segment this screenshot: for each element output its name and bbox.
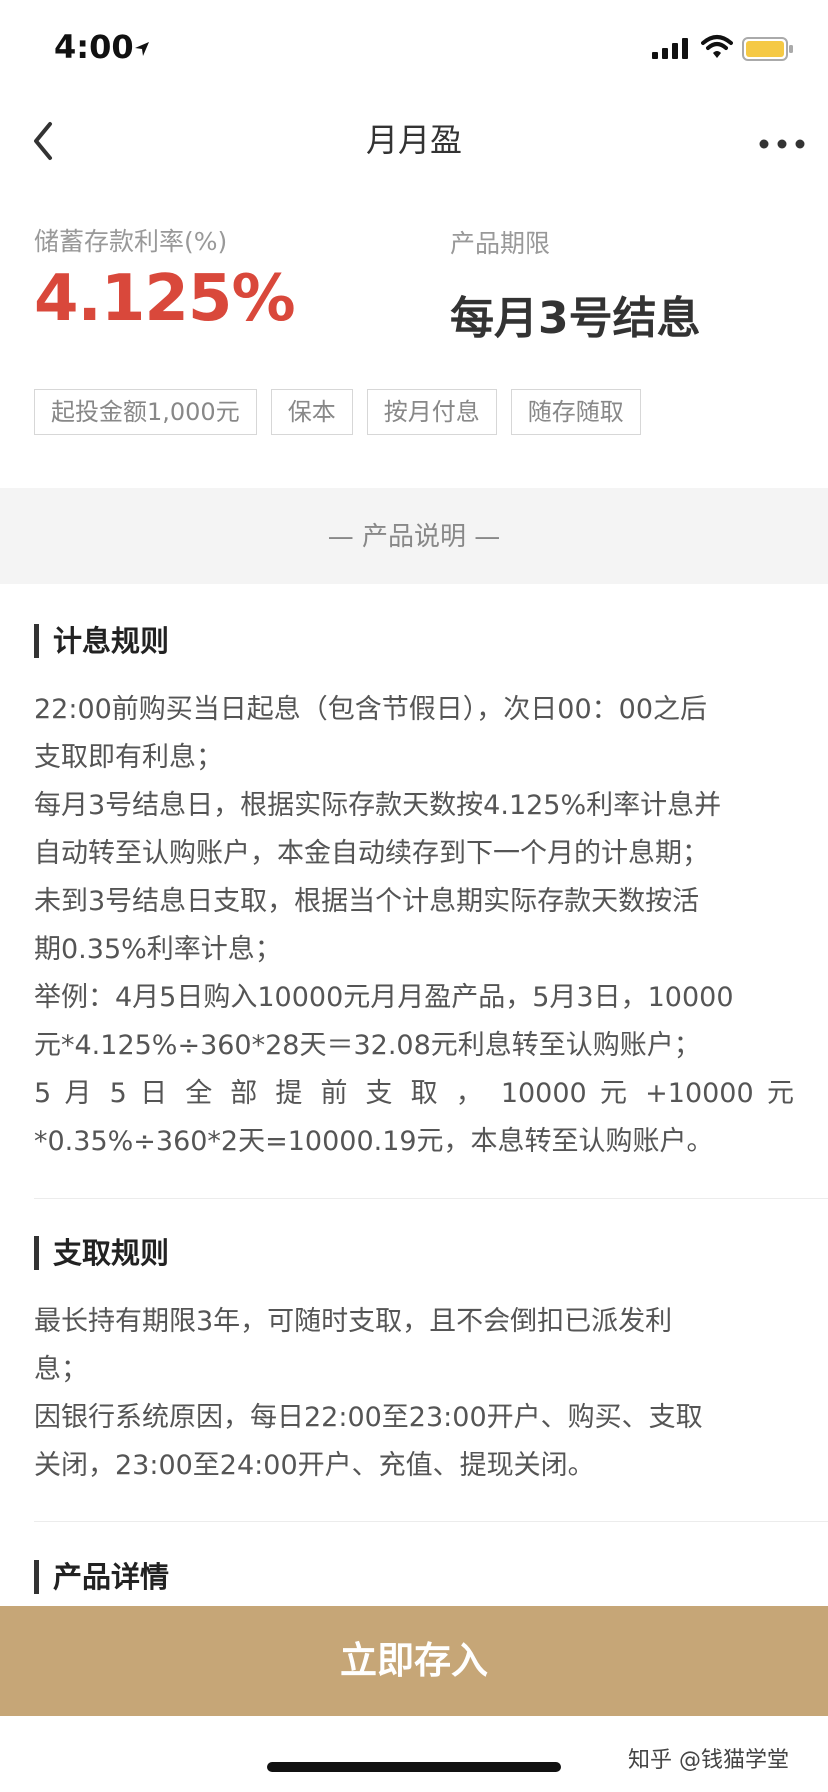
status-time: 4:00 — [54, 28, 134, 66]
text-line: 支取即有利息； — [34, 742, 223, 773]
battery-icon — [742, 37, 793, 61]
wifi-icon — [701, 35, 733, 58]
text-line: 22:00前购买当日起息（包含节假日），次日00：00之后 — [34, 694, 708, 725]
term-label: 产品期限 — [450, 229, 551, 258]
withdraw-rules-heading: 支取规则 — [34, 1236, 169, 1270]
details-heading: 产品详情 — [34, 1560, 169, 1594]
text-line: 每月3号结息日，根据实际存款天数按4.125%利率计息并 — [34, 790, 722, 821]
text-line: 因银行系统原因，每日22:00至23:00开户、购买、支取 — [34, 1402, 703, 1433]
nav-bar: 月月盈 — [0, 96, 828, 192]
watermark: 知乎 @钱猫学堂 — [628, 1748, 789, 1773]
location-arrow-icon — [135, 42, 149, 56]
text-line: 最长持有期限3年，可随时支取，且不会倒扣已派发利 — [34, 1306, 673, 1337]
text-line: 5 月 5 日 全 部 提 前 支 取 ， 10000 元 +10000 元 — [34, 1078, 794, 1109]
text-line: 期0.35%利率计息； — [34, 934, 282, 965]
rate-label: 储蓄存款利率(%) — [34, 227, 228, 256]
text-line: 自动转至认购账户，本金自动续存到下一个月的计息期； — [34, 838, 709, 869]
text-line: 未到3号结息日支取，根据当个计息期实际存款天数按活 — [34, 886, 700, 917]
divider-line — [34, 1198, 828, 1199]
tag-monthly-interest: 按月付息 — [366, 389, 497, 435]
tag-flexible-access: 随存随取 — [510, 389, 641, 435]
interest-rules-body: 22:00前购买当日起息（包含节假日），次日00：00之后 支取即有利息； 每月… — [34, 686, 794, 1166]
tag-min-investment: 起投金额1,000元 — [34, 389, 257, 435]
text-line: 元*4.125%÷360*28天＝32.08元利息转至认购账户； — [34, 1030, 701, 1061]
withdraw-rules-body: 最长持有期限3年，可随时支取，且不会倒扣已派发利 息； 因银行系统原因，每日22… — [34, 1298, 794, 1490]
page-title: 月月盈 — [365, 121, 462, 159]
deposit-now-button[interactable]: 立即存入 — [0, 1606, 828, 1716]
status-bar: 4:00 — [0, 0, 828, 96]
term-value: 每月3号结息 — [450, 293, 701, 344]
text-line: *0.35%÷360*2天=10000.19元，本息转至认购账户。 — [34, 1126, 714, 1157]
tag-principal-guaranteed: 保本 — [270, 389, 353, 435]
home-indicator[interactable] — [267, 1762, 561, 1772]
divider-line — [34, 1521, 828, 1522]
more-dots-icon[interactable] — [756, 126, 808, 162]
section-title: — 产品说明 — — [327, 522, 501, 552]
interest-rules-heading: 计息规则 — [34, 624, 169, 658]
rate-value: 4.125% — [34, 262, 296, 336]
text-line: 息； — [34, 1354, 88, 1385]
text-line: 关闭，23:00至24:00开户、充值、提现关闭。 — [34, 1450, 595, 1481]
feature-tags: 起投金额1,000元 保本 按月付息 随存随取 — [34, 389, 641, 435]
signal-icon — [652, 38, 688, 59]
section-divider: — 产品说明 — — [0, 488, 828, 584]
text-line: 举例：4月5日购入10000元月月盈产品，5月3日，10000 — [34, 982, 734, 1013]
